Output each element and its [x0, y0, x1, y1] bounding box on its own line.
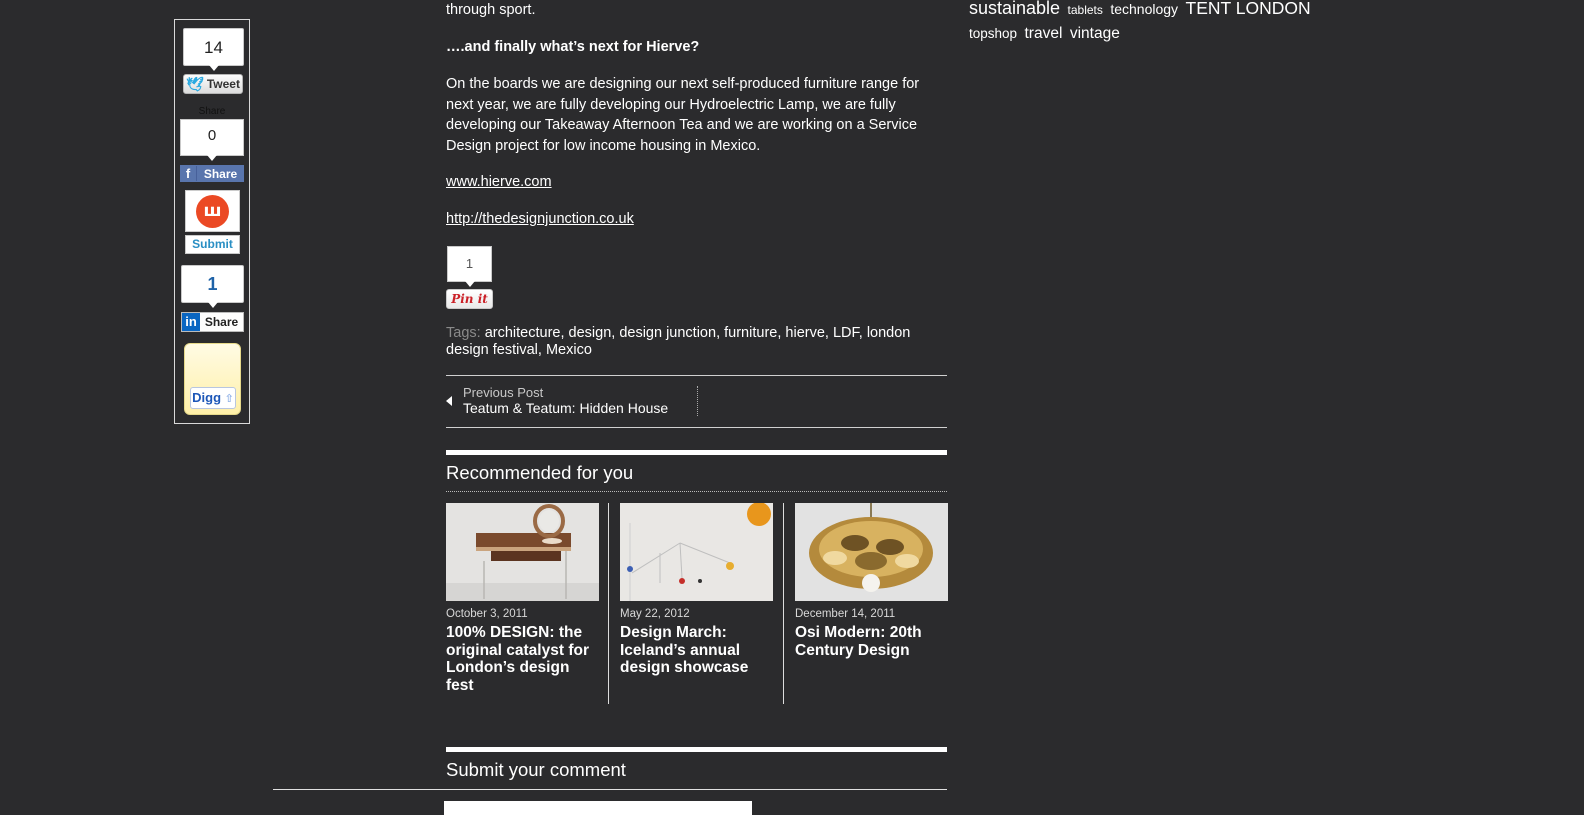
- designjunction-link[interactable]: http://thedesignjunction.co.uk: [446, 211, 634, 227]
- tag-cloud-link[interactable]: tablets: [1068, 3, 1103, 17]
- linkedin-share-label: Share: [204, 315, 239, 329]
- post-nav-top-divider: [446, 375, 947, 376]
- article-paragraph: On the boards we are designing our next …: [446, 76, 920, 154]
- tag-link[interactable]: hierve: [785, 325, 825, 341]
- tweet-button[interactable]: 🕊 Tweet: [183, 74, 243, 94]
- tweet-label: Tweet: [206, 77, 240, 91]
- linkedin-share-button[interactable]: in Share: [181, 312, 244, 332]
- recommended-thumbnail[interactable]: [446, 503, 599, 601]
- digg-button[interactable]: Digg ⇧: [190, 387, 236, 409]
- post-nav-bottom-divider: [446, 427, 947, 428]
- comment-name-input[interactable]: [444, 801, 752, 815]
- tag-cloud-link[interactable]: topshop: [969, 26, 1017, 41]
- pinterest-pin-button[interactable]: Pin it: [446, 289, 493, 309]
- comment-divider: [273, 789, 947, 790]
- recommended-top-bar: [446, 450, 947, 455]
- tag-cloud-link[interactable]: travel: [1025, 25, 1063, 42]
- recommended-separator: [783, 503, 784, 704]
- comment-heading: Submit your comment: [446, 759, 626, 780]
- linkedin-in-icon: in: [182, 313, 200, 331]
- tag-link[interactable]: architecture: [485, 325, 561, 341]
- facebook-share-count: 0: [180, 119, 244, 161]
- article-partial-line: through sport.: [446, 2, 536, 18]
- recommended-separator: [608, 503, 609, 704]
- tag-cloud-link[interactable]: TENT LONDON: [1186, 0, 1311, 18]
- share-sidebar: 14 🕊 Tweet Share 0 f Share ꟺ Submit 1 in…: [174, 19, 250, 424]
- hierve-link[interactable]: www.hierve.com: [446, 174, 552, 190]
- tag-link[interactable]: Mexico: [546, 342, 592, 358]
- tag-link[interactable]: design junction: [619, 325, 716, 341]
- recommended-title[interactable]: Design March: Iceland’s annual design sh…: [620, 624, 773, 677]
- recommended-card[interactable]: October 3, 2011 100% DESIGN: the origina…: [446, 503, 599, 694]
- recommended-divider: [446, 491, 947, 492]
- post-tags: Tags: architecture, design, design junct…: [446, 325, 911, 358]
- digg-widget: Digg ⇧: [184, 343, 241, 415]
- tag-link[interactable]: LDF: [833, 325, 859, 341]
- twitter-bird-icon: 🕊: [186, 76, 204, 92]
- pinterest-pin-count: 1: [447, 246, 492, 287]
- tag-cloud-link[interactable]: sustainable: [969, 0, 1060, 18]
- previous-post-link[interactable]: Teatum & Teatum: Hidden House: [463, 400, 668, 416]
- facebook-f-icon: f: [180, 166, 197, 181]
- recommended-heading: Recommended for you: [446, 462, 634, 483]
- comment-top-bar: [446, 747, 947, 752]
- tag-cloud: sustainable tablets technology TENT LOND…: [969, 0, 1329, 46]
- linkedin-share-count: 1: [181, 265, 244, 308]
- recommended-thumbnail[interactable]: [620, 503, 773, 601]
- previous-post-kicker: Previous Post: [463, 385, 544, 400]
- recommended-title[interactable]: Osi Modern: 20th Century Design: [795, 624, 948, 659]
- facebook-share-label: Share: [203, 166, 238, 181]
- recommended-date: May 22, 2012: [620, 608, 690, 620]
- recommended-title[interactable]: 100% DESIGN: the original catalyst for L…: [446, 624, 599, 694]
- tag-link[interactable]: design: [569, 325, 612, 341]
- article-subheading: ….and finally what’s next for Hierve?: [446, 39, 700, 55]
- recommended-card[interactable]: May 22, 2012 Design March: Iceland’s ann…: [620, 503, 773, 677]
- post-nav-separator: [697, 386, 698, 416]
- stumbleupon-icon: ꟺ: [196, 194, 229, 228]
- tag-cloud-link[interactable]: vintage: [1070, 25, 1120, 42]
- tweet-count: 14: [183, 28, 244, 71]
- left-arrow-icon: [446, 396, 452, 406]
- recommended-card[interactable]: December 14, 2011 Osi Modern: 20th Centu…: [795, 503, 948, 659]
- stumbleupon-badge[interactable]: ꟺ: [185, 190, 240, 232]
- stumbleupon-submit-button[interactable]: Submit: [185, 235, 240, 254]
- tag-cloud-link[interactable]: technology: [1110, 1, 1178, 17]
- facebook-share-button[interactable]: f Share: [180, 165, 244, 182]
- recommended-thumbnail[interactable]: [795, 503, 948, 601]
- recommended-date: December 14, 2011: [795, 608, 896, 620]
- tags-label: Tags:: [446, 325, 481, 341]
- tag-link[interactable]: furniture: [724, 325, 777, 341]
- facebook-share-caption: Share: [198, 106, 226, 117]
- recommended-date: October 3, 2011: [446, 608, 528, 620]
